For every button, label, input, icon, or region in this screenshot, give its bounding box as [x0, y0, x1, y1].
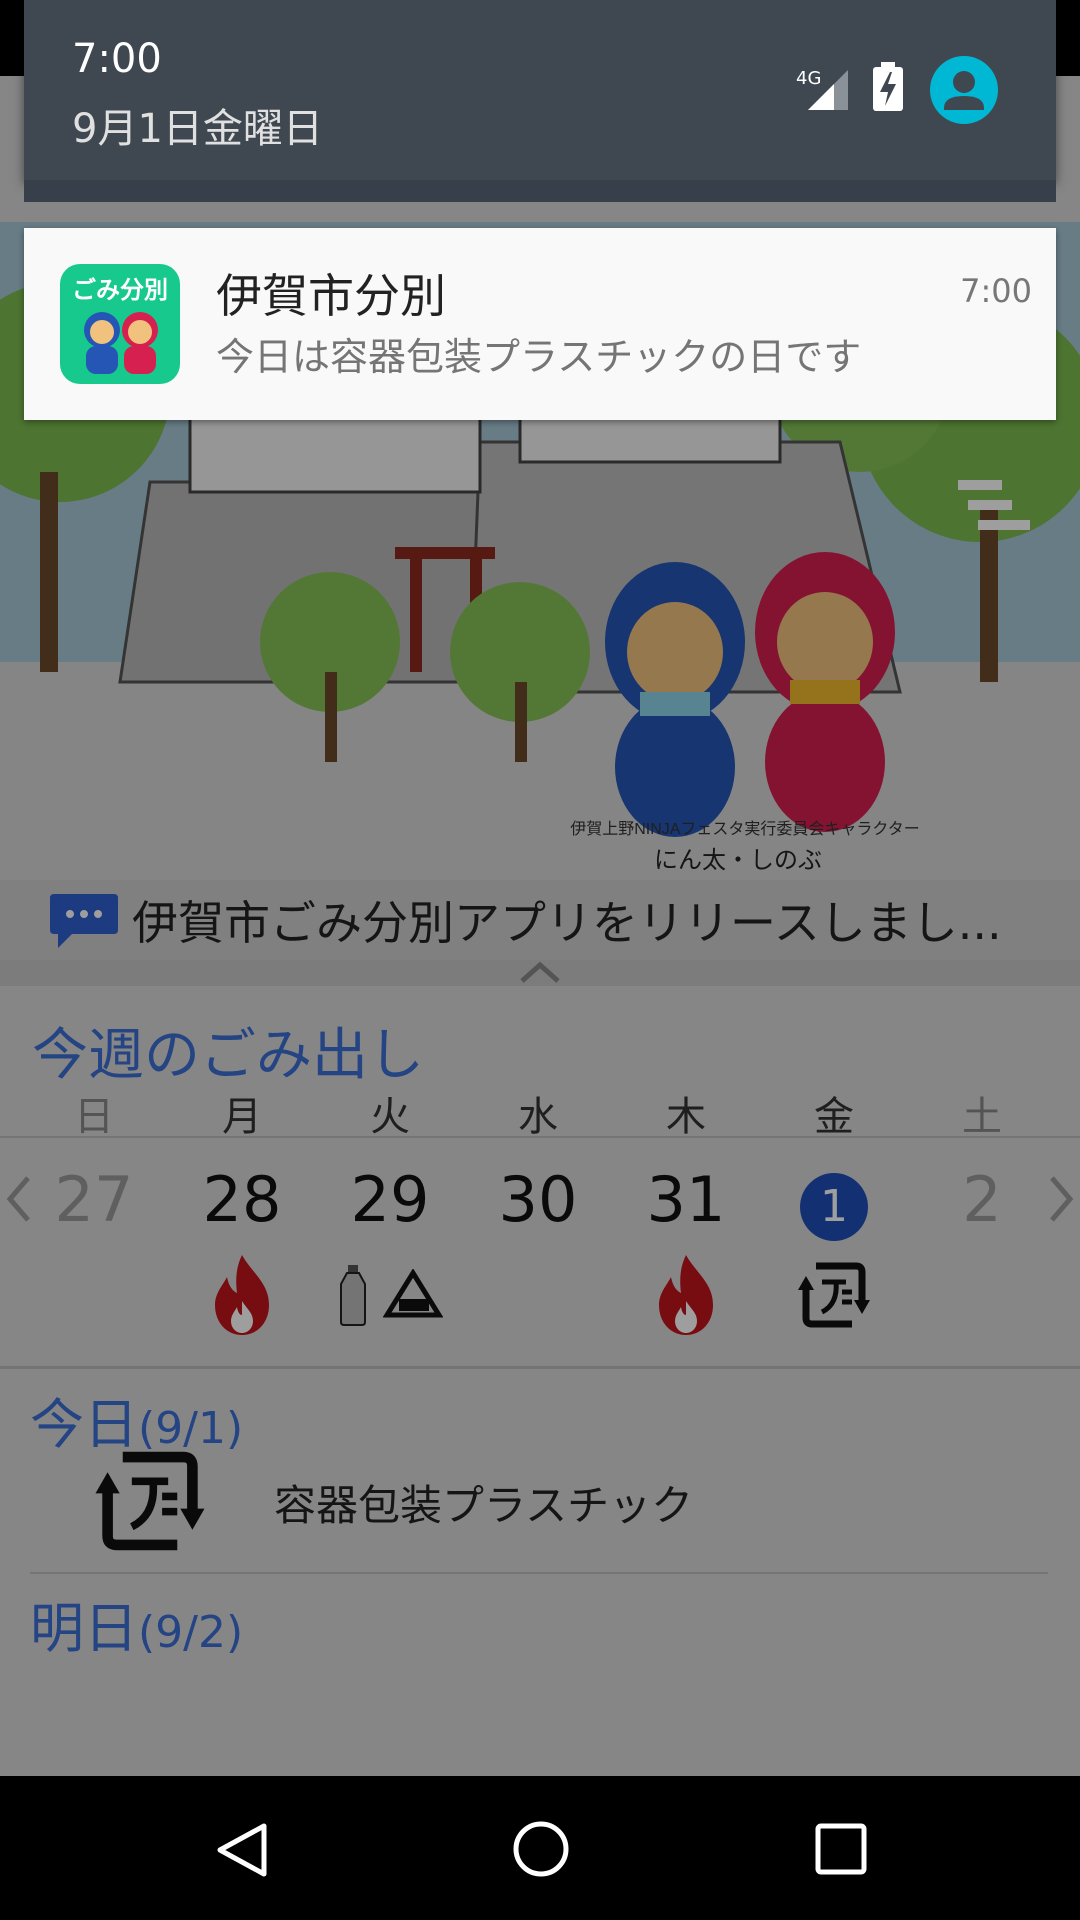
shade-handle[interactable] [24, 180, 1056, 202]
clock: 7:00 [72, 36, 162, 82]
notification-card[interactable]: ごみ分別 伊賀市分別 今日は容器包装プラスチックの日です 7:00 [24, 228, 1056, 420]
home-icon[interactable] [512, 1820, 570, 1878]
date-label: 9月1日金曜日 [72, 106, 323, 152]
user-avatar[interactable] [930, 56, 998, 124]
signal-4g-icon: 4G [796, 68, 848, 110]
user-icon [944, 71, 984, 110]
notification-title: 伊賀市分別 [216, 269, 446, 323]
back-icon[interactable] [212, 1820, 272, 1880]
app-icon: ごみ分別 [60, 264, 180, 384]
notification-time: 7:00 [960, 272, 1032, 310]
network-type: 4G [796, 68, 821, 89]
battery-charging-icon [873, 62, 903, 111]
notification-body: 今日は容器包装プラスチックの日です [216, 335, 862, 379]
recent-apps-icon[interactable] [814, 1822, 868, 1876]
